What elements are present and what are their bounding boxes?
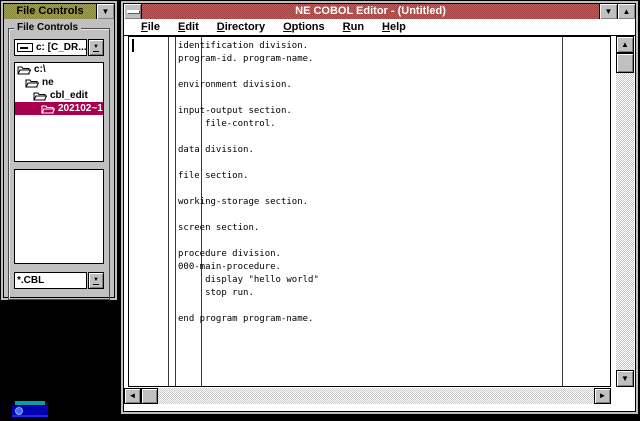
column-guide-line xyxy=(562,37,563,386)
filter-dropdown-button[interactable]: ▼ xyxy=(88,272,104,289)
code-text: identification division. program-id. pro… xyxy=(178,40,319,326)
tree-item-cbledit[interactable]: cbl_edit xyxy=(15,89,103,102)
groupbox-label: File Controls xyxy=(14,22,81,33)
scroll-left-icon: ◄ xyxy=(129,392,137,400)
drive-combo-dropdown-button[interactable]: ▼ xyxy=(88,39,104,56)
dropdown-arrow-icon: ▼ xyxy=(93,277,99,285)
editor-titlebar[interactable]: NE COBOL Editor - (Untitled) ▼ ▲ xyxy=(124,4,635,19)
vertical-scroll-track[interactable] xyxy=(616,73,634,370)
file-listbox[interactable] xyxy=(14,169,104,264)
drive-combo[interactable]: c: [C_DR...] xyxy=(14,39,87,56)
vertical-scroll-thumb[interactable] xyxy=(616,53,634,73)
horizontal-scroll-track[interactable] xyxy=(158,388,594,404)
tree-item-label: cbl_edit xyxy=(50,90,88,101)
filter-value: *.CBL xyxy=(17,275,44,286)
menu-directory[interactable]: Directory xyxy=(208,21,274,33)
column-guide-line xyxy=(175,37,176,386)
minimized-icon-glyph xyxy=(15,407,23,415)
text-caret xyxy=(132,39,134,52)
scroll-up-button[interactable]: ▲ xyxy=(616,36,634,53)
file-controls-title: File Controls xyxy=(4,4,96,19)
menu-file[interactable]: File xyxy=(132,21,169,33)
drive-icon xyxy=(17,43,33,52)
tree-item-label: c:\ xyxy=(34,64,46,75)
folder-open-icon xyxy=(41,104,55,114)
scroll-left-button[interactable]: ◄ xyxy=(124,388,141,404)
control-menu-button[interactable] xyxy=(124,4,142,19)
menu-edit[interactable]: Edit xyxy=(169,21,208,33)
maximize-button[interactable]: ▲ xyxy=(617,4,635,19)
minimize-icon: ▼ xyxy=(102,8,110,16)
vertical-scrollbar[interactable]: ▲ ▼ xyxy=(616,36,634,387)
minimized-app-icon[interactable] xyxy=(12,401,48,421)
editor-window: NE COBOL Editor - (Untitled) ▼ ▲ FileEdi… xyxy=(120,0,639,415)
file-controls-groupbox: File Controls c: [C_DR...] ▼ c:\necbl_ed… xyxy=(8,28,110,300)
folder-open-icon xyxy=(33,91,47,101)
dropdown-arrow-icon: ▼ xyxy=(93,44,99,52)
directory-tree-listbox[interactable]: c:\ ne cbl_edit 202102~1 xyxy=(14,62,104,162)
scroll-up-icon: ▲ xyxy=(621,41,629,49)
tree-item-2021021[interactable]: 202102~1 xyxy=(15,102,103,115)
horizontal-scroll-thumb[interactable] xyxy=(141,388,158,404)
tree-item-c[interactable]: c:\ xyxy=(15,63,103,76)
scroll-right-button[interactable]: ► xyxy=(594,388,611,404)
horizontal-scrollbar[interactable]: ◄ ► xyxy=(124,388,611,404)
column-guide-line xyxy=(168,37,169,386)
scroll-down-icon: ▼ xyxy=(621,375,629,383)
minimized-icon-body xyxy=(12,406,48,417)
filter-input[interactable]: *.CBL xyxy=(14,272,87,289)
minimize-icon: ▼ xyxy=(605,8,613,16)
menu-options[interactable]: Options xyxy=(274,21,334,33)
menu-bar: FileEditDirectoryOptionsRunHelp xyxy=(124,19,635,36)
scroll-right-icon: ► xyxy=(599,392,607,400)
file-controls-titlebar[interactable]: File Controls ▼ xyxy=(4,4,114,19)
menu-run[interactable]: Run xyxy=(334,21,373,33)
control-menu-icon xyxy=(127,10,139,13)
tree-item-label: ne xyxy=(42,77,54,88)
code-editor[interactable]: identification division. program-id. pro… xyxy=(128,36,611,387)
file-controls-window: File Controls ▼ File Controls c: [C_DR..… xyxy=(0,0,118,301)
menu-help[interactable]: Help xyxy=(373,21,415,33)
maximize-icon: ▲ xyxy=(623,8,631,16)
editor-title: NE COBOL Editor - (Untitled) xyxy=(142,4,599,19)
drive-combo-value: c: [C_DR...] xyxy=(36,42,87,53)
tree-item-label: 202102~1 xyxy=(58,103,103,114)
editor-client-area: identification division. program-id. pro… xyxy=(124,36,635,411)
folder-open-icon xyxy=(25,78,39,88)
minimize-button[interactable]: ▼ xyxy=(96,4,114,19)
scroll-down-button[interactable]: ▼ xyxy=(616,370,634,387)
minimized-icon-titlebar xyxy=(15,401,45,405)
tree-item-ne[interactable]: ne xyxy=(15,76,103,89)
minimize-button[interactable]: ▼ xyxy=(599,4,617,19)
folder-open-icon xyxy=(17,65,31,75)
file-controls-body: File Controls c: [C_DR...] ▼ c:\ ne cbl_ed… xyxy=(4,19,114,300)
